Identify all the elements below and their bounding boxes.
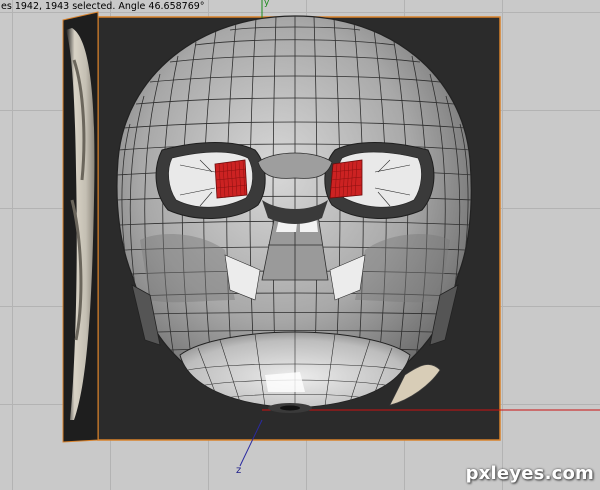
scene-canvas[interactable] xyxy=(0,0,600,490)
watermark-logo: pxleyes.com xyxy=(465,463,594,484)
left-eye-lens xyxy=(214,159,248,199)
z-axis-label: z xyxy=(236,465,242,476)
y-axis-label: y xyxy=(264,0,270,8)
right-eye-lens xyxy=(329,159,363,199)
side-reference-image[interactable] xyxy=(62,11,99,443)
status-text: es 1942, 1943 selected. Angle 46.658769° xyxy=(1,1,205,12)
3d-viewport[interactable]: es 1942, 1943 selected. Angle 46.658769°… xyxy=(0,0,600,490)
